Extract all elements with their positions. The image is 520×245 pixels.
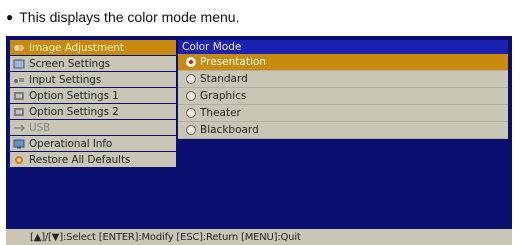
menu-item-image-adjustment[interactable]: Image Adjustment <box>10 40 176 55</box>
option-label: Theater <box>200 107 241 119</box>
menu-item-label: Option Settings 1 <box>29 89 119 102</box>
radio-selected-icon <box>186 57 196 67</box>
color-mode-panel: Color Mode Presentation Standard Graphic… <box>178 40 508 139</box>
menu-item-restore-defaults[interactable]: Restore All Defaults <box>10 152 176 167</box>
projector-menu-screen: Image Adjustment Screen Settings Input S… <box>6 36 512 245</box>
option-blackboard[interactable]: Blackboard <box>178 122 508 139</box>
menu-item-label: Screen Settings <box>29 57 111 70</box>
menu-item-input-settings[interactable]: Input Settings <box>10 72 176 87</box>
menu-item-label: Option Settings 2 <box>29 105 119 118</box>
bullet: ● <box>6 10 14 24</box>
option-theater[interactable]: Theater <box>178 105 508 122</box>
option-settings-2-icon <box>13 107 25 117</box>
color-mode-title: Color Mode <box>178 40 508 54</box>
option-settings-1-icon <box>13 91 25 101</box>
radio-icon <box>186 74 196 84</box>
menu-item-label: Image Adjustment <box>29 41 124 54</box>
caption: ● This displays the color mode menu. <box>6 6 239 28</box>
caption-text: This displays the color mode menu. <box>19 9 240 25</box>
menu-item-operational-info[interactable]: Operational Info <box>10 136 176 151</box>
option-label: Presentation <box>200 56 266 68</box>
radio-icon <box>186 91 196 101</box>
menu-item-option-settings-2[interactable]: Option Settings 2 <box>10 104 176 119</box>
restore-defaults-icon <box>13 155 25 165</box>
screen-settings-icon <box>13 59 25 69</box>
image-adjustment-icon <box>13 43 25 53</box>
main-menu: Image Adjustment Screen Settings Input S… <box>10 40 176 172</box>
option-graphics[interactable]: Graphics <box>178 88 508 105</box>
radio-icon <box>186 125 196 135</box>
status-text: [▲]/[▼]:Select [ENTER]:Modify [ESC]:Retu… <box>30 231 301 243</box>
menu-item-label: USB <box>29 121 51 134</box>
option-standard[interactable]: Standard <box>178 71 508 88</box>
operational-info-icon <box>13 139 25 149</box>
menu-item-label: Input Settings <box>29 73 102 86</box>
menu-item-option-settings-1[interactable]: Option Settings 1 <box>10 88 176 103</box>
usb-icon <box>13 123 25 133</box>
option-label: Graphics <box>200 90 247 102</box>
radio-icon <box>186 108 196 118</box>
status-bar: [▲]/[▼]:Select [ENTER]:Modify [ESC]:Retu… <box>6 229 512 245</box>
menu-item-label: Operational Info <box>29 137 113 150</box>
menu-item-usb: USB <box>10 120 176 135</box>
menu-item-screen-settings[interactable]: Screen Settings <box>10 56 176 71</box>
option-label: Standard <box>200 73 248 85</box>
option-presentation[interactable]: Presentation <box>178 54 508 71</box>
menu-item-label: Restore All Defaults <box>29 153 131 166</box>
option-label: Blackboard <box>200 124 259 136</box>
input-settings-icon <box>13 75 25 85</box>
